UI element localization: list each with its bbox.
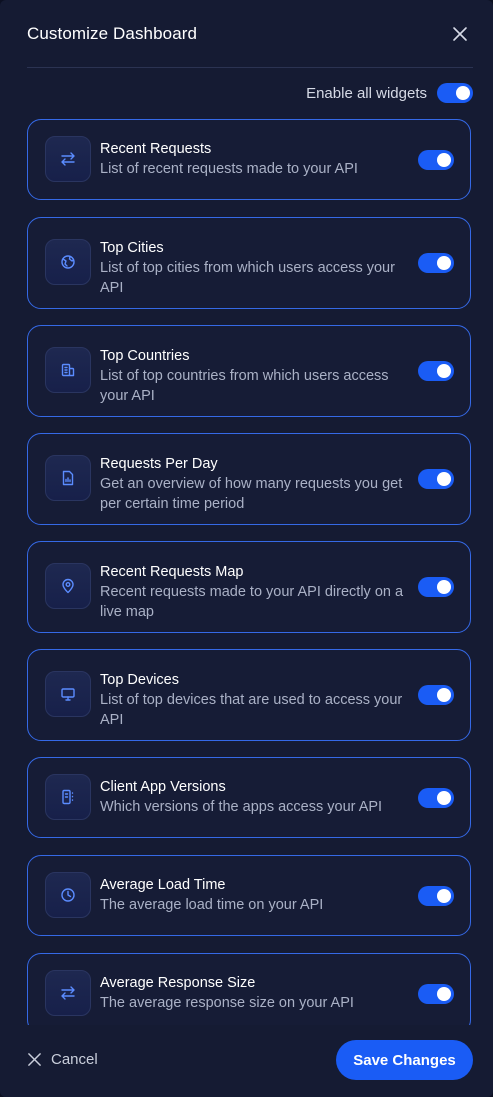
- widget-text: Client App Versions Which versions of th…: [100, 778, 418, 817]
- enable-all-toggle[interactable]: [437, 83, 473, 103]
- widget-toggle[interactable]: [418, 983, 454, 1004]
- widget-description: Get an overview of how many requests you…: [100, 476, 403, 512]
- toggle-knob: [437, 256, 451, 270]
- dialog-header: Customize Dashboard: [27, 0, 473, 68]
- widget-icon-box: [45, 871, 91, 918]
- widget-description: List of top devices that are used to acc…: [100, 692, 403, 728]
- widget-card-average-load-time: Average Load Time The average load time …: [27, 855, 471, 936]
- widget-text: Average Response Size The average respon…: [100, 974, 418, 1013]
- close-icon: [28, 1053, 41, 1066]
- toggle-knob: [437, 790, 451, 805]
- widget-name: Top Cities: [100, 240, 164, 256]
- monitor-icon: [61, 688, 75, 701]
- close-icon: [453, 26, 467, 41]
- widget-list[interactable]: Recent Requests List of recent requests …: [27, 119, 473, 1025]
- widget-card-recent-requests: Recent Requests List of recent requests …: [27, 119, 471, 200]
- widget-text: Recent Requests Map Recent requests made…: [100, 563, 418, 622]
- widget-toggle[interactable]: [418, 149, 454, 170]
- save-changes-button[interactable]: Save Changes: [336, 1040, 473, 1080]
- widget-text: Requests Per Day Get an overview of how …: [100, 455, 418, 514]
- toggle-knob: [437, 364, 451, 378]
- buildings-icon: [61, 363, 75, 377]
- widget-description: List of top cities from which users acce…: [100, 260, 395, 296]
- widget-toggle[interactable]: [418, 685, 454, 705]
- widget-name: Top Countries: [100, 348, 190, 364]
- widget-description: The average response size on your API: [100, 995, 354, 1011]
- widget-icon-box: [45, 135, 91, 182]
- widget-description: List of recent requests made to your API: [100, 161, 358, 177]
- dialog-footer: Cancel Save Changes: [0, 1025, 493, 1097]
- cancel-button[interactable]: Cancel: [27, 1051, 98, 1068]
- close-button[interactable]: [447, 21, 473, 47]
- toggle-knob: [437, 986, 451, 1001]
- widget-toggle[interactable]: [418, 253, 454, 273]
- app-grid-icon: [62, 789, 74, 804]
- widget-toggle[interactable]: [418, 361, 454, 381]
- dialog-title: Customize Dashboard: [27, 23, 198, 43]
- arrows-swap-icon: [61, 985, 75, 1000]
- toggle-knob: [437, 688, 451, 702]
- cancel-label: Cancel: [51, 1051, 98, 1068]
- widget-text: Recent Requests List of recent requests …: [100, 140, 418, 179]
- clock-icon: [61, 887, 75, 902]
- widget-description: Which versions of the apps access your A…: [100, 799, 383, 815]
- widget-card-top-cities: Top Cities List of top cities from which…: [27, 217, 471, 309]
- widget-name: Top Devices: [100, 672, 179, 688]
- widget-icon-box: [45, 969, 91, 1016]
- globe-icon: [61, 255, 75, 269]
- widget-name: Client App Versions: [100, 779, 226, 795]
- widget-description: Recent requests made to your API directl…: [100, 584, 404, 620]
- map-pin-icon: [62, 578, 74, 594]
- widget-card-top-countries: Top Countries List of top countries from…: [27, 325, 471, 417]
- widget-name: Requests Per Day: [100, 456, 218, 472]
- widget-name: Recent Requests Map: [100, 564, 244, 580]
- widget-icon-box: [45, 239, 91, 285]
- customize-dashboard-dialog: Customize Dashboard Enable all widgets R…: [0, 0, 493, 1097]
- widget-card-average-response-size: Average Response Size The average respon…: [27, 953, 471, 1025]
- widget-name: Recent Requests: [100, 141, 212, 157]
- widget-icon-box: [45, 563, 91, 609]
- widget-toggle[interactable]: [418, 885, 454, 906]
- widget-card-top-devices: Top Devices List of top devices that are…: [27, 649, 471, 741]
- arrows-swap-icon: [61, 151, 75, 166]
- widget-toggle[interactable]: [418, 577, 454, 597]
- widget-text: Average Load Time The average load time …: [100, 876, 418, 915]
- enable-all-label: Enable all widgets: [306, 84, 427, 102]
- widget-icon-box: [45, 773, 91, 820]
- toggle-knob: [437, 472, 451, 486]
- widget-text: Top Cities List of top cities from which…: [100, 239, 418, 298]
- widget-icon-box: [45, 455, 91, 501]
- enable-all-widgets: Enable all widgets: [306, 82, 473, 104]
- widget-description: The average load time on your API: [100, 897, 324, 913]
- widget-icon-box: [45, 671, 91, 717]
- toggle-knob: [456, 86, 470, 100]
- toggle-knob: [437, 580, 451, 594]
- widget-name: Average Load Time: [100, 877, 226, 893]
- toggle-knob: [437, 152, 451, 167]
- chart-file-icon: [62, 470, 74, 486]
- widget-text: Top Devices List of top devices that are…: [100, 671, 418, 730]
- widget-toggle[interactable]: [418, 469, 454, 489]
- toggle-knob: [437, 888, 451, 903]
- widget-icon-box: [45, 347, 91, 393]
- widget-card-recent-requests-map: Recent Requests Map Recent requests made…: [27, 541, 471, 633]
- widget-text: Top Countries List of top countries from…: [100, 347, 418, 406]
- widget-name: Average Response Size: [100, 975, 256, 991]
- widget-description: List of top countries from which users a…: [100, 368, 389, 404]
- widget-toggle[interactable]: [418, 787, 454, 808]
- widget-card-requests-per-day: Requests Per Day Get an overview of how …: [27, 433, 471, 525]
- widget-card-client-app-versions: Client App Versions Which versions of th…: [27, 757, 471, 838]
